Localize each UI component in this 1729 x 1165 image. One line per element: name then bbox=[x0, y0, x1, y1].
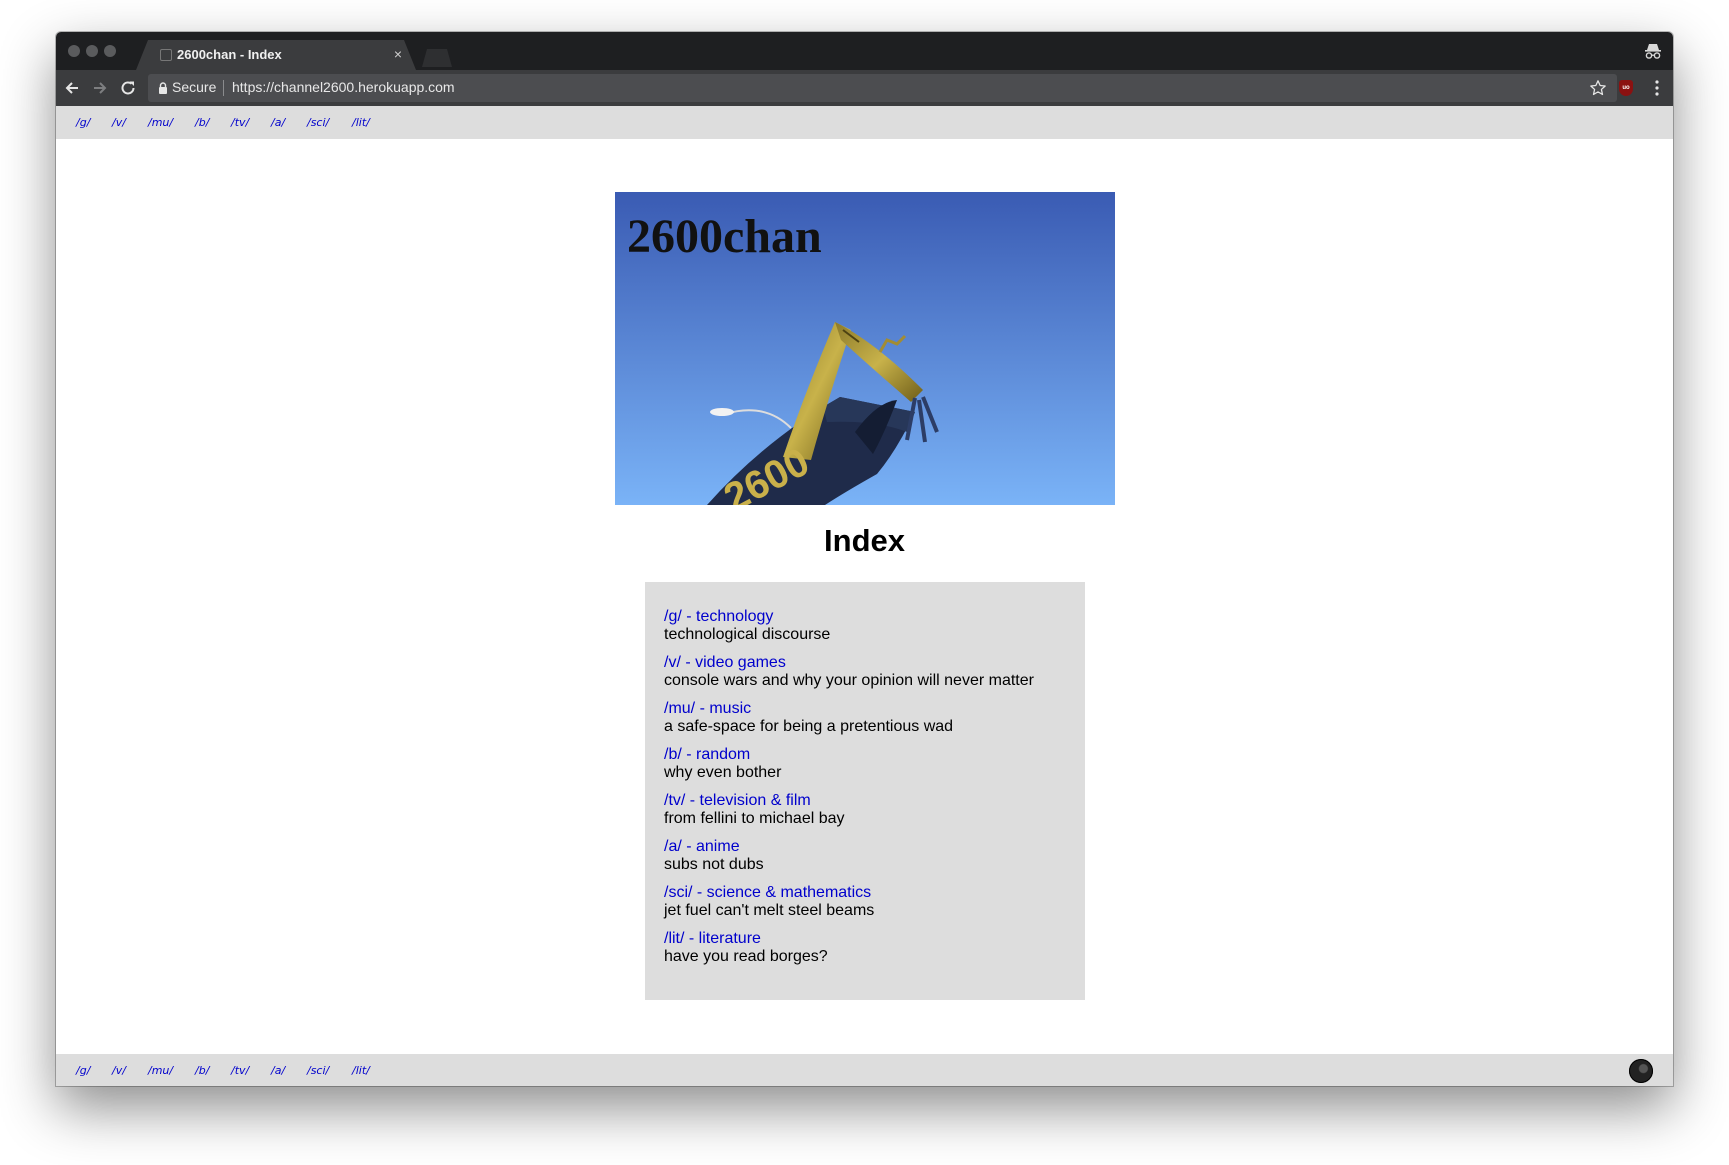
browser-window: 2600chan - Index × Secure https://channe… bbox=[56, 32, 1673, 1086]
board-item-a: /a/ - anime subs not dubs bbox=[664, 838, 764, 874]
new-tab-button[interactable] bbox=[422, 49, 452, 67]
board-item-b: /b/ - random why even bother bbox=[664, 746, 781, 782]
board-link-v[interactable]: /v/ - video games bbox=[664, 654, 1034, 672]
lock-icon bbox=[159, 82, 167, 94]
tab-close-icon[interactable]: × bbox=[394, 46, 402, 62]
footer-nav-link-lit[interactable]: /lit/ bbox=[352, 1064, 370, 1077]
board-link-lit[interactable]: /lit/ - literature bbox=[664, 930, 828, 948]
nav-link-sci[interactable]: /sci/ bbox=[307, 116, 329, 129]
board-item-g: /g/ - technology technological discourse bbox=[664, 608, 830, 644]
board-desc-lit: have you read borges? bbox=[664, 948, 828, 965]
board-link-tv[interactable]: /tv/ - television & film bbox=[664, 792, 845, 810]
board-desc-v: console wars and why your opinion will n… bbox=[664, 672, 1034, 689]
top-board-nav: /g/ /v/ /mu/ /b/ /tv/ /a/ /sci/ /lit/ bbox=[56, 106, 1673, 139]
url-text[interactable]: https://channel2600.herokuapp.com bbox=[232, 79, 455, 95]
close-window-button[interactable] bbox=[68, 45, 80, 57]
nav-link-mu[interactable]: /mu/ bbox=[148, 116, 173, 129]
tab-active[interactable]: 2600chan - Index × bbox=[136, 40, 416, 70]
bottom-board-nav: /g/ /v/ /mu/ /b/ /tv/ /a/ /sci/ /lit/ bbox=[56, 1054, 1673, 1086]
footer-nav-link-tv[interactable]: /tv/ bbox=[231, 1064, 249, 1077]
board-desc-tv: from fellini to michael bay bbox=[664, 810, 845, 827]
board-desc-b: why even bother bbox=[664, 764, 782, 781]
nav-link-a[interactable]: /a/ bbox=[271, 116, 285, 129]
board-desc-sci: jet fuel can't melt steel beams bbox=[664, 902, 875, 919]
board-link-b[interactable]: /b/ - random bbox=[664, 746, 781, 764]
browser-toolbar: Secure https://channel2600.herokuapp.com… bbox=[56, 70, 1673, 106]
board-link-g[interactable]: /g/ - technology bbox=[664, 608, 830, 626]
nav-link-lit[interactable]: /lit/ bbox=[352, 116, 370, 129]
board-item-tv: /tv/ - television & film from fellini to… bbox=[664, 792, 845, 828]
footer-nav-link-b[interactable]: /b/ bbox=[195, 1064, 209, 1077]
board-desc-g: technological discourse bbox=[664, 626, 831, 643]
title-bar: 2600chan - Index × bbox=[56, 32, 1673, 70]
board-link-sci[interactable]: /sci/ - science & mathematics bbox=[664, 884, 874, 902]
board-desc-a: subs not dubs bbox=[664, 856, 764, 873]
avatar[interactable] bbox=[1629, 1059, 1653, 1083]
banner-image: 2600chan 2600 bbox=[615, 192, 1115, 505]
board-item-sci: /sci/ - science & mathematics jet fuel c… bbox=[664, 884, 874, 920]
incognito-icon[interactable] bbox=[1643, 41, 1663, 61]
address-separator bbox=[223, 80, 224, 96]
footer-nav-link-mu[interactable]: /mu/ bbox=[148, 1064, 173, 1077]
board-list: /g/ - technology technological discourse… bbox=[645, 582, 1085, 1000]
board-item-mu: /mu/ - music a safe-space for being a pr… bbox=[664, 700, 953, 736]
reload-icon[interactable] bbox=[118, 78, 138, 98]
board-item-lit: /lit/ - literature have you read borges? bbox=[664, 930, 828, 966]
forward-arrow-icon[interactable] bbox=[90, 78, 110, 98]
board-link-a[interactable]: /a/ - anime bbox=[664, 838, 764, 856]
page-title: Index bbox=[824, 523, 905, 558]
maximize-window-button[interactable] bbox=[104, 45, 116, 57]
nav-link-v[interactable]: /v/ bbox=[112, 116, 126, 129]
ublock-icon[interactable]: uo bbox=[1619, 80, 1633, 96]
page-favicon-icon bbox=[160, 49, 172, 61]
secure-label: Secure bbox=[172, 79, 217, 95]
board-item-v: /v/ - video games console wars and why y… bbox=[664, 654, 1034, 690]
footer-nav-link-v[interactable]: /v/ bbox=[112, 1064, 126, 1077]
star-icon[interactable] bbox=[1589, 79, 1607, 97]
board-link-mu[interactable]: /mu/ - music bbox=[664, 700, 953, 718]
board-desc-mu: a safe-space for being a pretentious wad bbox=[664, 718, 954, 735]
menu-icon[interactable] bbox=[1655, 79, 1659, 97]
footer-nav-link-sci[interactable]: /sci/ bbox=[307, 1064, 329, 1077]
banner-title: 2600chan bbox=[627, 210, 822, 263]
footer-nav-link-g[interactable]: /g/ bbox=[76, 1064, 90, 1077]
nav-link-g[interactable]: /g/ bbox=[76, 116, 90, 129]
nav-link-tv[interactable]: /tv/ bbox=[231, 116, 249, 129]
back-arrow-icon[interactable] bbox=[62, 78, 82, 98]
page-content: /g/ /v/ /mu/ /b/ /tv/ /a/ /sci/ /lit/ 26… bbox=[56, 106, 1673, 1086]
footer-nav-link-a[interactable]: /a/ bbox=[271, 1064, 285, 1077]
tab-title: 2600chan - Index bbox=[177, 47, 282, 62]
nav-link-b[interactable]: /b/ bbox=[195, 116, 209, 129]
minimize-window-button[interactable] bbox=[86, 45, 98, 57]
address-bar[interactable]: Secure https://channel2600.herokuapp.com bbox=[148, 74, 1617, 102]
